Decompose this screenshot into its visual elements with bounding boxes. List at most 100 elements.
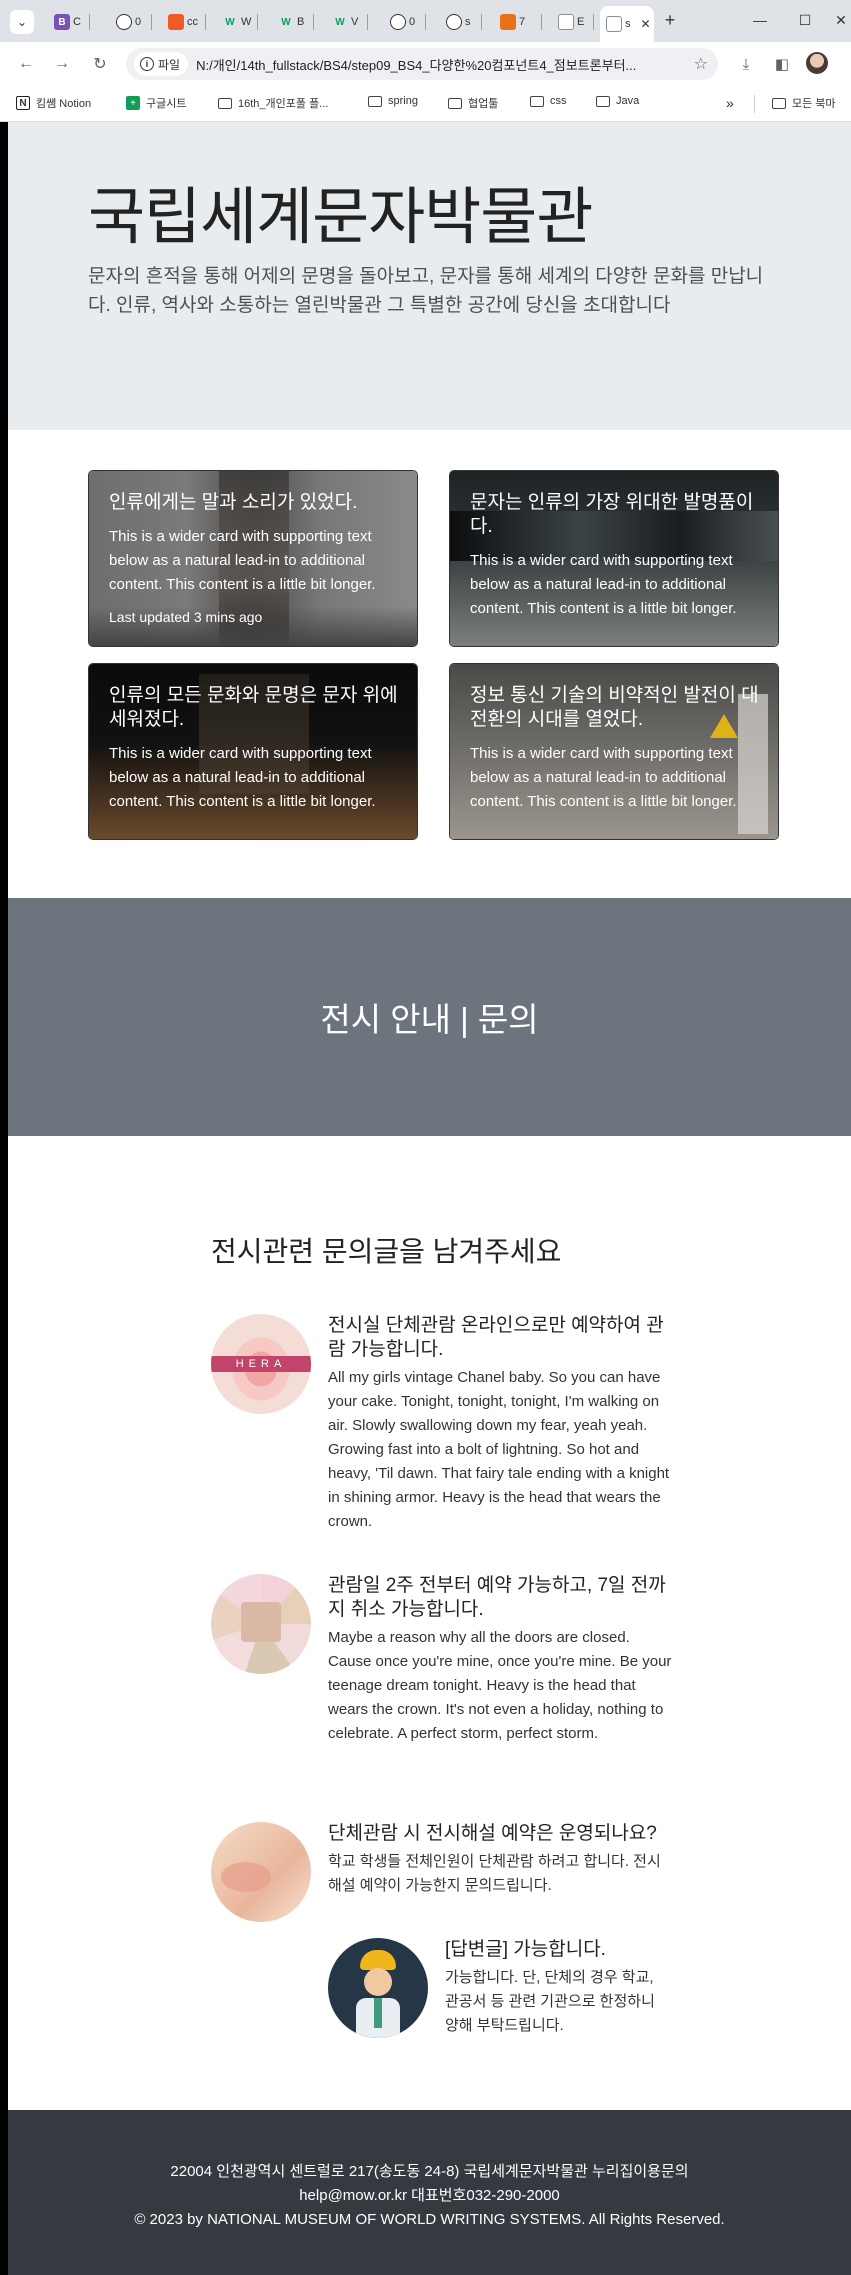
card-meta: Last updated 3 mins ago <box>109 609 263 625</box>
side-panel-icon[interactable]: ◧ <box>770 52 794 76</box>
tab-strip: ⌄ B C 0 cc W W W B W V 0 s 7 E s ✕ + — ☐… <box>0 0 851 42</box>
address-bar[interactable]: i 파일 N:/개인/14th_fullstack/BS4/step09_BS4… <box>126 48 718 80</box>
bookmark-item[interactable]: spring <box>368 95 418 107</box>
card-text: This is a wider card with supporting tex… <box>109 745 376 810</box>
browser-tab[interactable]: W W <box>216 8 258 36</box>
site-footer: 22004 인천광역시 센트럴로 217(송도동 24-8) 국립세계문자박물관… <box>8 2110 851 2275</box>
media-text: 학교 학생들 전체인원이 단체관람 하려고 합니다. 전시해설 예약이 가능한지… <box>328 1853 661 1894</box>
folder-icon <box>368 95 382 107</box>
github-icon <box>116 14 132 30</box>
bookmarks-bar: N 킴쌤 Notion + 구글시트 16th_개인포폴 플... spring… <box>0 86 851 122</box>
contact-title: 전시 안내 | 문의 <box>320 1001 539 1038</box>
url-text[interactable]: N:/개인/14th_fullstack/BS4/step09_BS4_다양한%… <box>196 55 696 74</box>
card-text: This is a wider card with supporting tex… <box>470 745 737 810</box>
bookmark-item[interactable]: + 구글시트 <box>126 95 186 111</box>
card-title: 인류에게는 말과 소리가 있었다. <box>109 492 358 513</box>
card-title: 정보 통신 기술의 비약적인 발전이 대전환의 시대를 열었다. <box>470 685 759 730</box>
reply-avatar <box>328 1938 428 2038</box>
face-icon <box>364 1968 392 1996</box>
browser-tab[interactable]: 0 <box>110 8 152 36</box>
tab-label: s <box>465 16 471 28</box>
avatar <box>211 1822 311 1922</box>
page-viewport: 국립세계문자박물관 문자의 흔적을 통해 어제의 문명을 돌아보고, 문자를 통… <box>8 122 851 2275</box>
card-title: 문자는 인류의 가장 위대한 발명품이다. <box>470 492 754 537</box>
avatar <box>211 1574 311 1674</box>
card: 문자는 인류의 가장 위대한 발명품이다. This is a wider ca… <box>449 470 779 647</box>
browser-tab[interactable]: 7 <box>494 8 542 36</box>
site-info-chip[interactable]: i 파일 <box>134 52 189 76</box>
faq-section: 전시관련 문의글을 남겨주세요 HERA 전시실 단체관람 온라인으로만 예약하… <box>8 1136 851 2111</box>
profile-avatar[interactable] <box>806 52 828 74</box>
bookmark-item[interactable]: N 킴쌤 Notion <box>16 95 91 111</box>
download-icon[interactable]: ⤓ <box>734 52 758 76</box>
close-window-icon[interactable]: ✕ <box>826 8 851 32</box>
w-icon: W <box>281 16 291 28</box>
footer-contact: help@mow.or.kr 대표번호032-290-2000 <box>299 2187 560 2204</box>
media-text: All my girls vintage Chanel baby. So you… <box>328 1369 670 1530</box>
notion-icon: N <box>16 96 30 110</box>
tab-label: V <box>351 16 359 28</box>
folder-icon <box>530 95 544 107</box>
browser-tab[interactable]: W V <box>326 8 368 36</box>
bookmark-label: Java <box>616 95 640 107</box>
bookmark-label: 협업툴 <box>468 98 499 110</box>
tab-label: 0 <box>409 16 416 28</box>
back-icon[interactable]: ← <box>14 52 38 76</box>
bookmark-item[interactable]: 협업툴 <box>448 95 498 111</box>
bookmark-item[interactable]: Java <box>596 95 639 107</box>
browser-tab[interactable]: cc <box>162 8 206 36</box>
slides-icon <box>500 14 516 30</box>
folder-icon <box>448 97 462 109</box>
site-chip-label: 파일 <box>158 57 181 72</box>
info-icon: i <box>140 57 154 71</box>
bookmark-label: css <box>550 95 567 107</box>
reply-title: [답변글] 가능합니다. <box>445 1939 606 1960</box>
folder-icon <box>218 97 232 109</box>
tab-label: cc <box>187 16 198 28</box>
folder-icon <box>772 97 786 109</box>
tab-label: 0 <box>135 16 142 28</box>
reply-text: 가능합니다. 단, 단체의 경우 학교, 관공서 등 관련 기관으로 한정하니 … <box>445 1969 655 2034</box>
doc-icon <box>558 14 574 30</box>
card-deck: 인류에게는 말과 소리가 있었다. This is a wider card w… <box>8 430 851 898</box>
browser-tab[interactable]: B C <box>48 8 90 36</box>
bookmark-label: 킴쌤 Notion <box>36 98 92 110</box>
browser-tab[interactable]: W B <box>272 8 314 36</box>
card-text: This is a wider card with supporting tex… <box>109 528 376 593</box>
media-title: 단체관람 시 전시해설 예약은 운영되나요? <box>328 1823 657 1844</box>
bookmark-item[interactable]: css <box>530 95 567 107</box>
maximize-icon[interactable]: ☐ <box>790 8 820 32</box>
bookmark-item[interactable]: 모든 북마 <box>772 95 836 111</box>
bookmark-item[interactable]: 16th_개인포폴 플... <box>218 95 328 111</box>
bookmark-star-icon[interactable]: ☆ <box>694 54 708 74</box>
bookmark-divider <box>754 95 755 113</box>
more-bookmarks-icon[interactable]: » <box>726 95 734 111</box>
bootstrap-icon: B <box>54 14 70 30</box>
media-title: 관람일 2주 전부터 예약 가능하고, 7일 전까지 취소 가능합니다. <box>328 1575 666 1620</box>
avatar-logo-text: HERA <box>211 1356 311 1372</box>
faq-heading: 전시관련 문의글을 남겨주세요 <box>211 1236 562 1267</box>
tab-label: B <box>297 16 305 28</box>
close-tab-icon[interactable]: ✕ <box>641 17 651 31</box>
tab-label: s <box>625 18 631 30</box>
reload-icon[interactable]: ↻ <box>88 52 112 76</box>
media-title: 전시실 단체관람 온라인으로만 예약하여 관람 가능합니다. <box>328 1315 664 1360</box>
footer-address: 22004 인천광역시 센트럴로 217(송도동 24-8) 국립세계문자박물관… <box>170 2163 689 2180</box>
minimize-icon[interactable]: — <box>745 8 775 32</box>
new-tab-button[interactable]: + <box>655 8 685 32</box>
tab-search-chevron-icon[interactable]: ⌄ <box>10 10 34 34</box>
browser-tab[interactable]: E <box>552 8 594 36</box>
browser-chrome: ⌄ B C 0 cc W W W B W V 0 s 7 E s ✕ + — ☐… <box>0 0 851 122</box>
tab-label: C <box>73 16 81 28</box>
browser-tab[interactable]: 0 <box>384 8 426 36</box>
media-text: Maybe a reason why all the doors are clo… <box>328 1629 672 1742</box>
tab-label: W <box>241 16 252 28</box>
forward-icon[interactable]: → <box>50 52 74 76</box>
browser-tab-active[interactable]: s ✕ <box>600 6 654 42</box>
page-icon <box>606 16 622 32</box>
folder-icon <box>596 95 610 107</box>
card: 인류의 모든 문화와 문명은 문자 위에 세워졌다. This is a wid… <box>88 663 418 840</box>
card: 정보 통신 기술의 비약적인 발전이 대전환의 시대를 열었다. This is… <box>449 663 779 840</box>
browser-tab[interactable]: s <box>440 8 482 36</box>
contact-banner: 전시 안내 | 문의 <box>8 898 851 1136</box>
